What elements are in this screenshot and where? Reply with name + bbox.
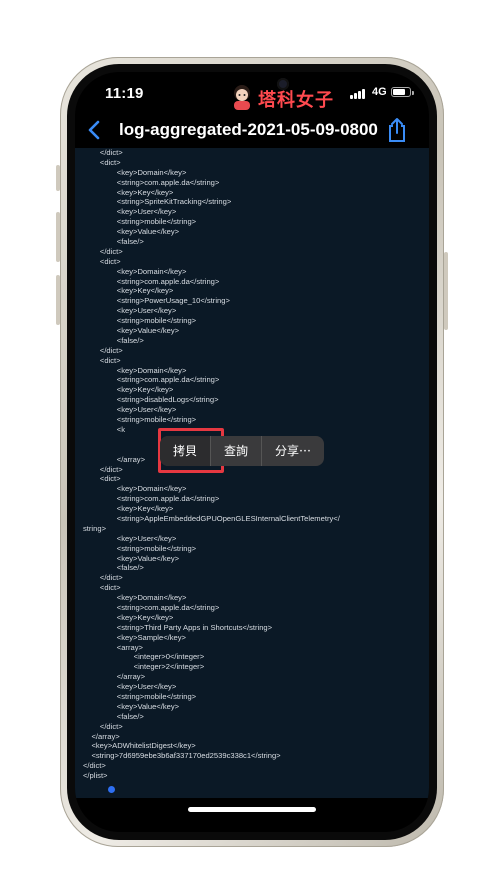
code-line: </array> — [83, 672, 146, 682]
edit-menu: 拷貝 查詢 分享⋯ — [160, 436, 325, 466]
battery-icon — [391, 87, 414, 97]
side-button-power — [444, 252, 448, 330]
code-line: <dict> — [83, 157, 121, 167]
code-line: </array> — [83, 731, 120, 741]
code-line: <integer>0</integer> — [83, 652, 205, 662]
code-line: <key>Value</key> — [83, 227, 180, 237]
status-time: 11:19 — [105, 85, 144, 102]
code-line: <false/> — [83, 237, 144, 247]
home-indicator[interactable] — [188, 807, 316, 812]
code-line: <key>Key</key> — [83, 504, 174, 514]
code-line: <string>disabledLogs</string> — [83, 395, 219, 405]
code-line: </dict> — [83, 148, 123, 157]
navigation-bar: log-aggregated-2021-05-09-0800... — [75, 112, 429, 148]
code-line: </plist> — [83, 771, 108, 781]
code-line: <string>com.apple.da</string> — [83, 276, 220, 286]
code-line: <string>mobile</string> — [83, 415, 197, 425]
code-line: <key>User</key> — [83, 306, 177, 316]
code-line: <key>User</key> — [83, 405, 177, 415]
code-line: <string>Third Party Apps in Shortcuts</s… — [83, 622, 273, 632]
code-line: <key>Value</key> — [83, 553, 180, 563]
code-line: <key>Domain</key> — [83, 484, 187, 494]
share-menu-item[interactable]: 分享⋯ — [261, 436, 324, 466]
code-line: <dict> — [83, 355, 121, 365]
code-line: </dict> — [83, 761, 106, 771]
side-button-volume-down — [56, 275, 60, 325]
signal-icon — [350, 89, 368, 99]
code-line: <key>Value</key> — [83, 326, 180, 336]
code-line: <key>Domain</key> — [83, 365, 187, 375]
selection-handle-end[interactable] — [108, 786, 115, 793]
log-content[interactable]: </dict> <dict> <key>Domain</key> <string… — [75, 148, 429, 798]
code-line: <string>com.apple.da</string> — [83, 494, 220, 504]
code-line: <string>mobile</string> — [83, 217, 197, 227]
code-line: <dict> — [83, 474, 121, 484]
network-label: 4G — [372, 86, 387, 98]
brand-watermark: 塔科女子 — [230, 82, 350, 112]
code-line: </dict> — [83, 246, 123, 256]
code-line: <key>ADWhitelistDigest</key> — [83, 741, 196, 751]
code-line: <string>com.apple.da</string> — [83, 177, 220, 187]
code-line: <array> — [83, 642, 143, 652]
code-line: <key>Key</key> — [83, 385, 174, 395]
code-line: <string>mobile</string> — [83, 543, 197, 553]
code-line: <false/> — [83, 335, 144, 345]
code-line: <key>Domain</key> — [83, 593, 187, 603]
side-button-silent — [56, 165, 60, 191]
code-line: <string>mobile</string> — [83, 316, 197, 326]
code-line: </dict> — [83, 345, 123, 355]
code-line: <dict> — [83, 256, 121, 266]
code-line: <key>Key</key> — [83, 612, 174, 622]
copy-menu-item[interactable]: 拷貝 — [160, 436, 211, 466]
code-line: <key>User</key> — [83, 533, 177, 543]
code-line: <key>User</key> — [83, 207, 177, 217]
brand-text: 塔科女子 — [258, 90, 334, 111]
code-line: <false/> — [83, 711, 144, 721]
code-line: <dict> — [83, 583, 121, 593]
code-line: <string>com.apple.da</string> — [83, 602, 220, 612]
code-line: <key>Key</key> — [83, 286, 174, 296]
code-line: <key>Domain</key> — [83, 167, 187, 177]
code-line: string> — [83, 523, 107, 533]
code-line: </dict> — [83, 573, 123, 583]
lookup-menu-item[interactable]: 查詢 — [210, 436, 261, 466]
code-line: <string>7d6959ebe3b6af337170ed2539c338c1… — [83, 751, 281, 761]
code-line: <key>Sample</key> — [83, 632, 186, 642]
code-line: <key>Value</key> — [83, 701, 180, 711]
code-line: </dict> — [83, 721, 123, 731]
share-icon[interactable] — [385, 116, 409, 144]
code-line: <string>PowerUsage_10</string> — [83, 296, 230, 306]
code-line: <key>Domain</key> — [83, 266, 187, 276]
code-line: <key>User</key> — [83, 682, 177, 692]
code-line: <string>com.apple.da</string> — [83, 375, 220, 385]
back-chevron-icon[interactable] — [85, 118, 105, 142]
side-button-volume-up — [56, 212, 60, 262]
code-line: <string>mobile</string> — [83, 691, 197, 701]
code-line: <key>Key</key> — [83, 187, 174, 197]
screen: 11:19 4G log-aggregated-2021-05-09-0800.… — [75, 72, 429, 832]
code-line: <integer>2</integer> — [83, 662, 205, 672]
file-title: log-aggregated-2021-05-09-0800... — [119, 120, 379, 139]
code-line: <string>AppleEmbeddedGPUOpenGLESInternal… — [83, 513, 340, 523]
code-line: <false/> — [83, 563, 144, 573]
code-line: <string>SpriteKitTracking</string> — [83, 197, 232, 207]
avatar-icon — [234, 85, 250, 110]
